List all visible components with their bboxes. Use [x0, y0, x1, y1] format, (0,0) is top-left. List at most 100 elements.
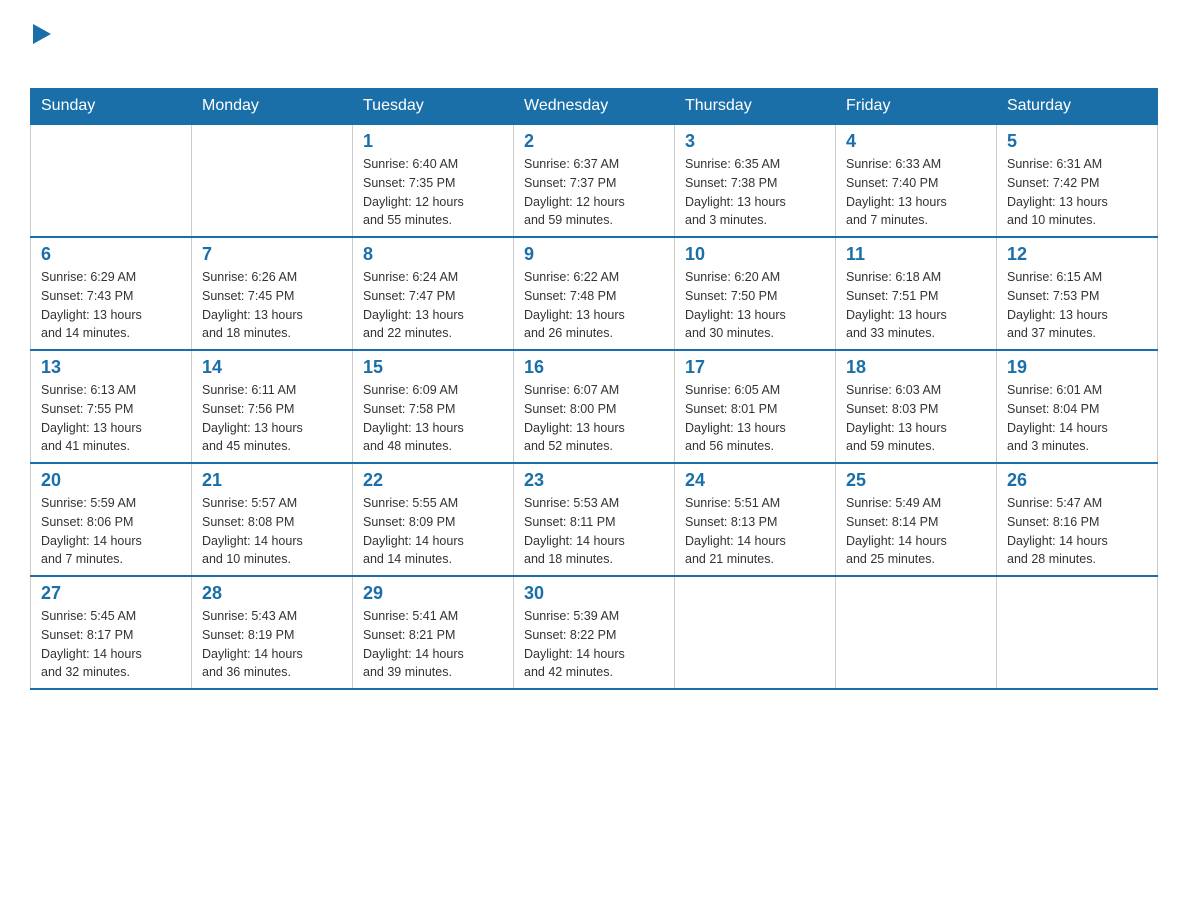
day-info-line: and 30 minutes.: [685, 324, 825, 343]
day-info-line: Daylight: 13 hours: [1007, 306, 1147, 325]
day-info-line: Daylight: 14 hours: [202, 645, 342, 664]
day-info-line: Sunset: 7:42 PM: [1007, 174, 1147, 193]
day-info: Sunrise: 6:09 AMSunset: 7:58 PMDaylight:…: [363, 381, 503, 456]
weekday-header-thursday: Thursday: [675, 89, 836, 125]
day-number: 20: [41, 470, 181, 491]
day-info: Sunrise: 6:11 AMSunset: 7:56 PMDaylight:…: [202, 381, 342, 456]
day-number: 13: [41, 357, 181, 378]
calendar-cell: 1 Sunrise: 6:40 AMSunset: 7:35 PMDaylight…: [353, 124, 514, 237]
calendar-cell: 5Sunrise: 6:31 AMSunset: 7:42 PMDaylight…: [997, 124, 1158, 237]
day-info-line: Sunrise: 6:33 AM: [846, 155, 986, 174]
day-info-line: and 14 minutes.: [41, 324, 181, 343]
day-info-line: and 18 minutes.: [202, 324, 342, 343]
day-number: 8: [363, 244, 503, 265]
calendar-cell: 16Sunrise: 6:07 AMSunset: 8:00 PMDayligh…: [514, 350, 675, 463]
day-number: 18: [846, 357, 986, 378]
day-info-line: Sunset: 8:17 PM: [41, 626, 181, 645]
day-info: Sunrise: 5:41 AMSunset: 8:21 PMDaylight:…: [363, 607, 503, 682]
calendar-cell: 6Sunrise: 6:29 AMSunset: 7:43 PMDaylight…: [31, 237, 192, 350]
day-info: Sunrise: 5:59 AMSunset: 8:06 PMDaylight:…: [41, 494, 181, 569]
day-number: 19: [1007, 357, 1147, 378]
day-info-line: Sunset: 7:55 PM: [41, 400, 181, 419]
calendar-cell: 30Sunrise: 5:39 AMSunset: 8:22 PMDayligh…: [514, 576, 675, 689]
weekday-header-saturday: Saturday: [997, 89, 1158, 125]
day-info-line: and 14 minutes.: [363, 550, 503, 569]
day-number: 22: [363, 470, 503, 491]
day-info: Sunrise: 5:57 AMSunset: 8:08 PMDaylight:…: [202, 494, 342, 569]
day-info-line: Sunrise: 6:22 AM: [524, 268, 664, 287]
day-info-line: Sunset: 8:08 PM: [202, 513, 342, 532]
day-info-line: Daylight: 13 hours: [363, 419, 503, 438]
day-info: Sunrise: 6:07 AMSunset: 8:00 PMDaylight:…: [524, 381, 664, 456]
day-info-line: Daylight: 14 hours: [202, 532, 342, 551]
day-info: Sunrise: 6:24 AMSunset: 7:47 PMDaylight:…: [363, 268, 503, 343]
day-number: 29: [363, 583, 503, 604]
day-info-line: and 55 minutes.: [363, 211, 503, 230]
day-number: 11: [846, 244, 986, 265]
day-number: 7: [202, 244, 342, 265]
calendar-cell: 28Sunrise: 5:43 AMSunset: 8:19 PMDayligh…: [192, 576, 353, 689]
day-info-line: and 18 minutes.: [524, 550, 664, 569]
day-info-line: Daylight: 13 hours: [685, 419, 825, 438]
day-info-line: Sunset: 8:21 PM: [363, 626, 503, 645]
day-number: 21: [202, 470, 342, 491]
day-number: 26: [1007, 470, 1147, 491]
day-info-line: Daylight: 14 hours: [846, 532, 986, 551]
week-row-1: 1 Sunrise: 6:40 AMSunset: 7:35 PMDaylight…: [31, 124, 1158, 237]
day-info-line: Sunrise: 5:57 AM: [202, 494, 342, 513]
calendar-cell: 23Sunrise: 5:53 AMSunset: 8:11 PMDayligh…: [514, 463, 675, 576]
day-info: Sunrise: 6:01 AMSunset: 8:04 PMDaylight:…: [1007, 381, 1147, 456]
day-number: 9: [524, 244, 664, 265]
day-info-line: Sunrise: 5:47 AM: [1007, 494, 1147, 513]
day-info-line: Sunrise: 6:31 AM: [1007, 155, 1147, 174]
day-info-line: Sunset: 8:04 PM: [1007, 400, 1147, 419]
day-number: 10: [685, 244, 825, 265]
day-info-line: and 37 minutes.: [1007, 324, 1147, 343]
day-info-line: and 7 minutes.: [846, 211, 986, 230]
day-info-line: and 3 minutes.: [1007, 437, 1147, 456]
weekday-header-sunday: Sunday: [31, 89, 192, 125]
weekday-header-row: SundayMondayTuesdayWednesdayThursdayFrid…: [31, 89, 1158, 125]
calendar-cell: 24Sunrise: 5:51 AMSunset: 8:13 PMDayligh…: [675, 463, 836, 576]
day-info-line: Sunrise: 6:07 AM: [524, 381, 664, 400]
day-info: Sunrise: 5:47 AMSunset: 8:16 PMDaylight:…: [1007, 494, 1147, 569]
calendar-cell: 29 Sunrise: 5:41 AMSunset: 8:21 PMDayligh…: [353, 576, 514, 689]
day-number: 3: [685, 131, 825, 152]
day-number: 12: [1007, 244, 1147, 265]
day-info: Sunrise: 5:51 AMSunset: 8:13 PMDaylight:…: [685, 494, 825, 569]
day-info-line: Daylight: 14 hours: [363, 645, 503, 664]
day-info-line: Sunrise: 6:20 AM: [685, 268, 825, 287]
day-info: Sunrise: 6:40 AMSunset: 7:35 PMDaylight:…: [363, 155, 503, 230]
day-info-line: Sunrise: 5:51 AM: [685, 494, 825, 513]
day-info-line: Sunrise: 5:49 AM: [846, 494, 986, 513]
calendar-cell: 22Sunrise: 5:55 AMSunset: 8:09 PMDayligh…: [353, 463, 514, 576]
day-info-line: Sunset: 7:53 PM: [1007, 287, 1147, 306]
day-info-line: and 59 minutes.: [846, 437, 986, 456]
week-row-4: 20 Sunrise: 5:59 AMSunset: 8:06 PMDayligh…: [31, 463, 1158, 576]
day-info: Sunrise: 6:20 AMSunset: 7:50 PMDaylight:…: [685, 268, 825, 343]
calendar-cell: 3Sunrise: 6:35 AMSunset: 7:38 PMDaylight…: [675, 124, 836, 237]
day-info-line: and 10 minutes.: [202, 550, 342, 569]
day-number: 1: [363, 131, 503, 152]
day-info: Sunrise: 6:05 AMSunset: 8:01 PMDaylight:…: [685, 381, 825, 456]
day-info-line: Sunrise: 6:40 AM: [363, 155, 503, 174]
day-info-line: Sunset: 7:51 PM: [846, 287, 986, 306]
day-info-line: and 25 minutes.: [846, 550, 986, 569]
day-number: 27: [41, 583, 181, 604]
day-info: Sunrise: 6:37 AMSunset: 7:37 PMDaylight:…: [524, 155, 664, 230]
calendar-cell: 17Sunrise: 6:05 AMSunset: 8:01 PMDayligh…: [675, 350, 836, 463]
day-number: 14: [202, 357, 342, 378]
day-number: 28: [202, 583, 342, 604]
day-info-line: Daylight: 13 hours: [846, 306, 986, 325]
day-info-line: Daylight: 14 hours: [1007, 419, 1147, 438]
day-info-line: Sunrise: 6:24 AM: [363, 268, 503, 287]
day-info: Sunrise: 6:15 AMSunset: 7:53 PMDaylight:…: [1007, 268, 1147, 343]
day-info-line: Daylight: 13 hours: [363, 306, 503, 325]
calendar-cell: 15Sunrise: 6:09 AMSunset: 7:58 PMDayligh…: [353, 350, 514, 463]
day-info-line: Daylight: 13 hours: [202, 306, 342, 325]
day-info-line: Daylight: 13 hours: [846, 419, 986, 438]
day-info-line: and 41 minutes.: [41, 437, 181, 456]
calendar-cell: 9Sunrise: 6:22 AMSunset: 7:48 PMDaylight…: [514, 237, 675, 350]
day-info-line: Sunset: 7:37 PM: [524, 174, 664, 193]
calendar-cell: 27Sunrise: 5:45 AMSunset: 8:17 PMDayligh…: [31, 576, 192, 689]
